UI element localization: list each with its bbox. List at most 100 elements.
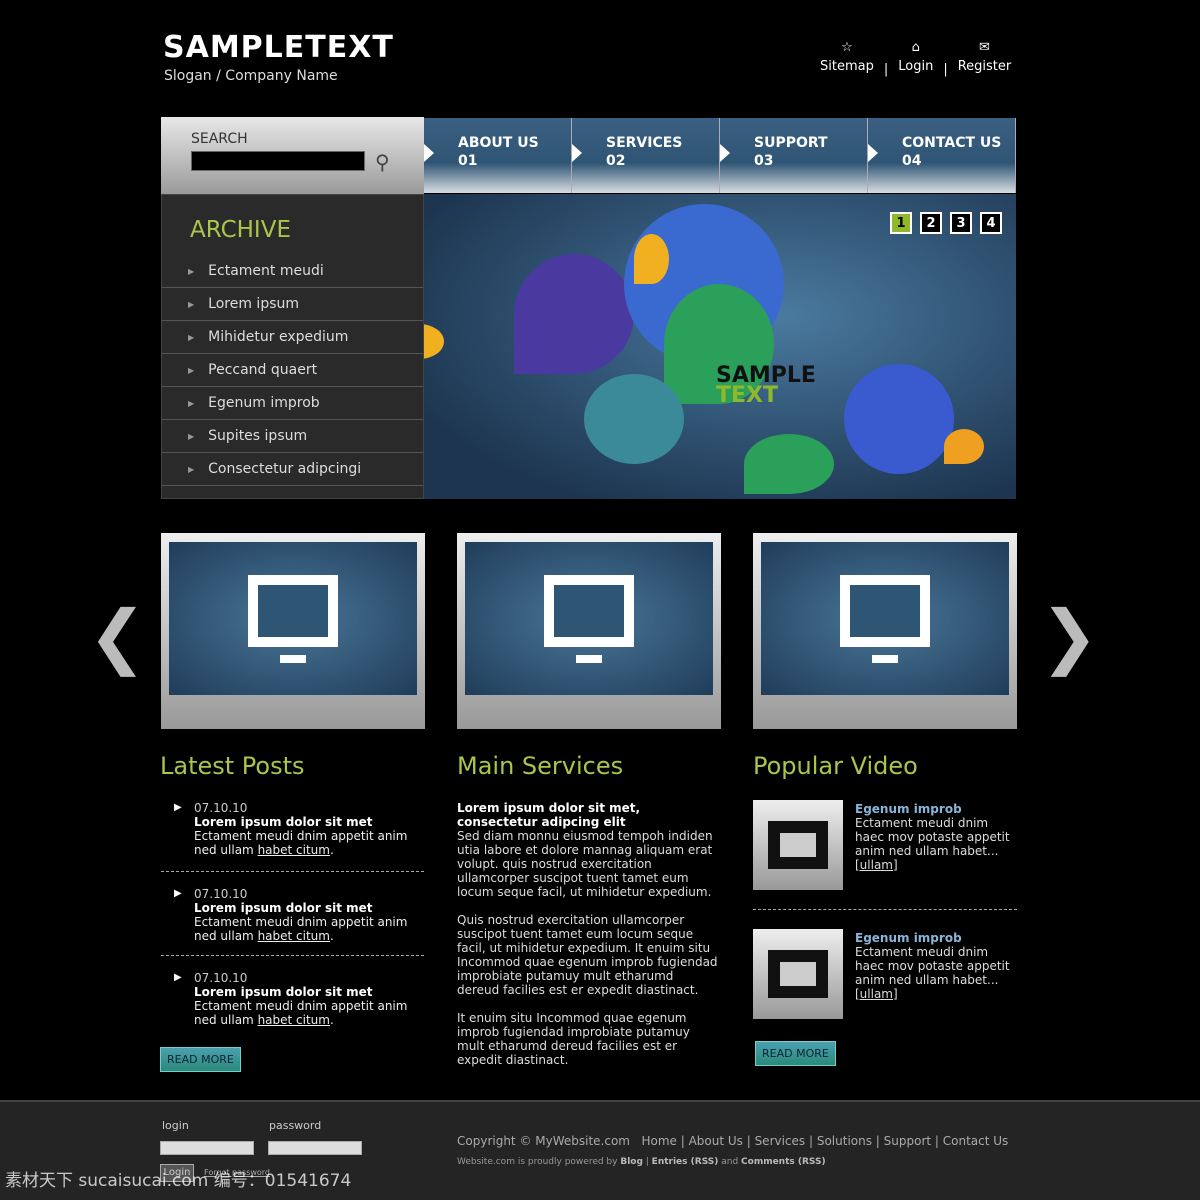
main-services-title: Main Services: [457, 752, 624, 780]
post-title[interactable]: Lorem ipsum dolor sit met: [174, 985, 424, 999]
nav-contact-us[interactable]: CONTACT US 04: [868, 118, 1016, 193]
separator: |: [943, 62, 948, 77]
archive-item[interactable]: ▶ Mihidetur expedium: [162, 321, 423, 354]
archive-item[interactable]: ▶ Consectetur adipcingi: [162, 453, 423, 486]
home-icon: ⌂: [911, 40, 920, 55]
archive-item-label: Egenum improb: [208, 395, 320, 411]
powered-and: and: [718, 1157, 742, 1167]
banner-slider: SAMPLE TEXT 1234: [424, 194, 1016, 499]
footer-link[interactable]: Support: [884, 1134, 931, 1148]
post-end: .: [329, 1013, 334, 1027]
slider-page-button[interactable]: 1: [890, 212, 912, 234]
triangle-right-icon: ▶: [188, 464, 195, 474]
powered-by: Website.com is proudly powered by Blog |…: [457, 1157, 826, 1167]
splash-shape: [584, 374, 684, 464]
blog-link[interactable]: Blog: [620, 1157, 643, 1167]
triangle-right-icon: ▶: [188, 332, 195, 342]
video-link[interactable]: [ullam]: [855, 987, 898, 1001]
splash-shape: [424, 324, 444, 359]
carousel-prev-icon[interactable]: ❮: [88, 595, 147, 677]
triangle-right-icon: ▶: [188, 266, 195, 276]
slider-page-button[interactable]: 4: [980, 212, 1002, 234]
slogan: Slogan / Company Name: [164, 68, 338, 84]
archive-item[interactable]: ▶ Peccand quaert: [162, 354, 423, 387]
footer-link[interactable]: Contact Us: [943, 1134, 1009, 1148]
video-thumbnail[interactable]: [753, 929, 843, 1019]
login-input[interactable]: [160, 1141, 254, 1155]
nav-label: SERVICES: [606, 135, 683, 151]
video-link[interactable]: [ullam]: [855, 858, 898, 872]
divider: [753, 909, 1017, 910]
post-title[interactable]: Lorem ipsum dolor sit met: [174, 815, 424, 829]
comments-rss-link[interactable]: Comments (RSS): [741, 1157, 826, 1167]
nav-number: 02: [606, 153, 626, 169]
sitemap-link[interactable]: ☆ Sitemap: [820, 40, 874, 77]
archive-item[interactable]: ▶ Ectament meudi: [162, 255, 423, 288]
archive-item[interactable]: ▶ Egenum improb: [162, 387, 423, 420]
nav-label: ABOUT US: [458, 135, 539, 151]
carousel-thumb[interactable]: [753, 533, 1017, 729]
copyright: Copyright © MyWebsite.com: [457, 1134, 630, 1148]
video-item: Egenum improb Ectament meudi dnim haec mo…: [753, 929, 1018, 1019]
post-link[interactable]: habet citum: [258, 1013, 330, 1027]
register-link[interactable]: ✉ Register: [958, 40, 1012, 77]
footer-link[interactable]: Services: [755, 1134, 806, 1148]
post-title[interactable]: Lorem ipsum dolor sit met: [174, 901, 424, 915]
splash-shape: [744, 434, 834, 494]
nav-label: SUPPORT: [754, 135, 828, 151]
divider: [161, 955, 424, 956]
divider: [161, 871, 424, 872]
nav-number: 04: [902, 153, 922, 169]
footer-links: Copyright © MyWebsite.com Home | About U…: [457, 1134, 1009, 1148]
splash-shape: [944, 429, 984, 464]
footer-link[interactable]: Home: [641, 1134, 676, 1148]
post-link[interactable]: habet citum: [258, 843, 330, 857]
star-icon: ☆: [841, 40, 853, 55]
post-date: 07.10.10: [174, 887, 424, 901]
nav-label: CONTACT US: [902, 135, 1002, 151]
archive-item-label: Ectament meudi: [208, 263, 324, 279]
register-label: Register: [957, 59, 1012, 74]
main-nav: ABOUT US 01 SERVICES 02 SUPPORT 03 CONTACT …: [424, 118, 1016, 193]
slider-page-button[interactable]: 2: [920, 212, 942, 234]
monitor-icon: [840, 574, 930, 663]
video-read-more-button[interactable]: READ MORE: [755, 1041, 836, 1066]
search-icon[interactable]: ⚲: [375, 150, 390, 174]
archive-item[interactable]: ▶ Lorem ipsum: [162, 288, 423, 321]
triangle-right-icon: ▶: [188, 431, 195, 441]
logo[interactable]: SAMPLETEXT: [163, 30, 394, 65]
password-input[interactable]: [268, 1141, 362, 1155]
nav-services[interactable]: SERVICES 02: [572, 118, 720, 193]
post-date: 07.10.10: [174, 971, 424, 985]
triangle-right-icon: ▶: [188, 365, 195, 375]
services-paragraph: Sed diam monnu eiusmod tempoh indiden ut…: [457, 829, 713, 899]
latest-posts-title: Latest Posts: [160, 752, 305, 780]
banner-text-line2: TEXT: [716, 383, 779, 408]
post-link[interactable]: habet citum: [258, 929, 330, 943]
footer-link[interactable]: About Us: [689, 1134, 743, 1148]
post-item: 07.10.10Lorem ipsum dolor sit metEctamen…: [174, 801, 424, 857]
carousel-next-icon[interactable]: ❯: [1040, 595, 1099, 677]
video-title[interactable]: Egenum improb: [855, 802, 1018, 816]
video-text: Ectament meudi dnim haec mov potaste app…: [855, 945, 1010, 987]
latest-read-more-button[interactable]: READ MORE: [160, 1047, 241, 1072]
nav-support[interactable]: SUPPORT 03: [720, 118, 868, 193]
slider-page-button[interactable]: 3: [950, 212, 972, 234]
footer-link[interactable]: Solutions: [817, 1134, 872, 1148]
archive-item-label: Lorem ipsum: [208, 296, 300, 312]
carousel-thumb[interactable]: [457, 533, 721, 729]
video-thumbnail[interactable]: [753, 800, 843, 890]
video-title[interactable]: Egenum improb: [855, 931, 1018, 945]
entries-rss-link[interactable]: Entries (RSS): [652, 1157, 719, 1167]
search-input[interactable]: [191, 151, 365, 171]
archive-item-label: Peccand quaert: [208, 362, 318, 378]
carousel-thumb[interactable]: [161, 533, 425, 729]
splash-shape: [634, 234, 669, 284]
banner-text: SAMPLE TEXT: [716, 365, 816, 408]
archive-item-label: Consectetur adipcingi: [208, 461, 362, 477]
archive-item[interactable]: ▶ Supites ipsum: [162, 420, 423, 453]
login-link[interactable]: ⌂ Login: [898, 40, 933, 77]
nav-about-us[interactable]: ABOUT US 01: [424, 118, 572, 193]
envelope-icon: ✉: [979, 40, 990, 55]
sitemap-label: Sitemap: [820, 59, 874, 74]
